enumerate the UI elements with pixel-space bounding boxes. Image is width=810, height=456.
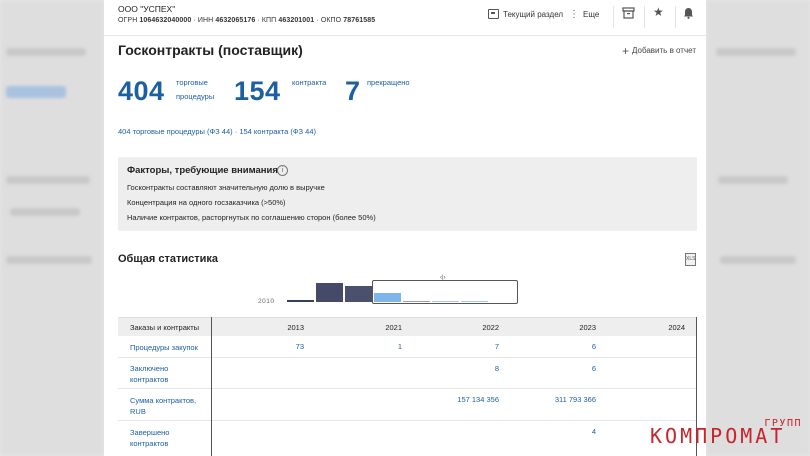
procedures-count[interactable]: 404 [118, 76, 165, 107]
more-button[interactable]: ⋮ Еще [569, 9, 599, 20]
archive-icon[interactable] [622, 7, 635, 22]
contracts-link[interactable]: 154 контракта (ФЗ 44) [239, 127, 316, 136]
contracts-count[interactable]: 154 [234, 76, 281, 107]
timeline-bar [432, 301, 459, 302]
procedures-caption: торговые процедуры [176, 78, 215, 101]
timeline-bar [316, 283, 343, 302]
plus-icon: + [621, 43, 629, 58]
table-cell[interactable]: 6 [526, 342, 596, 351]
left-blurred-background [0, 0, 104, 456]
timeline-bar [374, 293, 401, 302]
row-label[interactable]: Сумма контрактов, RUB [130, 395, 196, 417]
stats-table: Заказы и контракты 2013 2021 2022 2023 2… [118, 317, 697, 456]
timeline-bar [287, 300, 314, 302]
table-cell[interactable]: 8 [429, 364, 499, 373]
table-row: Сумма контрактов, RUB 157 134 356 311 793… [118, 389, 697, 421]
excel-export-icon[interactable]: XLS [685, 253, 696, 266]
table-cell[interactable]: 1 [332, 342, 402, 351]
watermark: ГРУПП КОМПРОМАТ [650, 418, 810, 456]
page-title: Госконтракты (поставщик) [118, 42, 303, 58]
table-cell[interactable]: 7 [429, 342, 499, 351]
timeline-bar [461, 301, 488, 302]
table-row: Завершено контрактов 4 [118, 421, 697, 456]
company-name: ООО "УСПЕХ" [118, 4, 176, 14]
column-header-year: 2021 [385, 323, 402, 332]
table-row: Заключено контрактов 8 6 [118, 358, 697, 389]
table-cell[interactable]: 73 [234, 342, 304, 351]
company-card-panel: ООО "УСПЕХ" ОГРН 1064632040000 · ИНН 463… [104, 0, 706, 456]
terminated-caption: прекращено [367, 78, 410, 87]
more-dots-icon: ⋮ [569, 9, 579, 20]
column-header-year: 2024 [668, 323, 685, 332]
procedures-link[interactable]: 404 торговые процедуры (ФЗ 44) [118, 127, 233, 136]
document-icon [488, 9, 499, 19]
column-header-year: 2023 [579, 323, 596, 332]
terminated-count[interactable]: 7 [345, 76, 361, 107]
summary-links: 404 торговые процедуры (ФЗ 44) · 154 кон… [118, 127, 316, 136]
row-label[interactable]: Заключено контрактов [130, 363, 168, 385]
bell-icon[interactable] [683, 7, 694, 22]
table-cell[interactable]: 157 134 356 [429, 395, 499, 404]
info-icon[interactable]: i [277, 165, 288, 176]
timeline-mini-chart[interactable]: 2010 ‹|› [104, 270, 706, 310]
factor-item: Концентрация на одного госзаказчика (>50… [127, 198, 286, 207]
top-bar: ООО "УСПЕХ" ОГРН 1064632040000 · ИНН 463… [104, 0, 706, 36]
current-section-button[interactable]: Текущий раздел [488, 9, 563, 19]
contracts-caption: контракта [292, 78, 327, 87]
column-header-year: 2013 [287, 323, 304, 332]
timeline-bar [403, 301, 430, 302]
company-requisites: ОГРН 1064632040000 · ИНН 4632065176 · КП… [118, 17, 376, 24]
timeline-bar [345, 286, 372, 302]
factor-item: Госконтракты составляют значительную дол… [127, 183, 325, 192]
table-row: Процедуры закупок 73 1 7 6 [118, 336, 697, 358]
column-header-year: 2022 [482, 323, 499, 332]
table-cell[interactable]: 4 [526, 427, 596, 436]
factors-title: Факторы, требующие внимания [127, 165, 278, 176]
stats-title: Общая статистика [118, 253, 219, 265]
row-label[interactable]: Процедуры закупок [130, 342, 198, 353]
table-header: Заказы и контракты 2013 2021 2022 2023 2… [118, 317, 697, 336]
range-drag-handle-icon[interactable]: ‹|› [440, 275, 446, 281]
timeline-left-border [211, 317, 212, 456]
star-icon[interactable]: ★ [653, 5, 664, 19]
table-cell[interactable]: 311 793 366 [526, 395, 596, 404]
timeline-start-year: 2010 [258, 298, 275, 305]
attention-factors-box: Факторы, требующие внимания i Госконтрак… [118, 157, 697, 231]
row-label[interactable]: Завершено контрактов [130, 427, 169, 449]
table-cell[interactable]: 6 [526, 364, 596, 373]
first-column-header: Заказы и контракты [130, 323, 200, 332]
add-to-report-button[interactable]: + Добавить в отчет [621, 43, 696, 58]
factor-item: Наличие контрактов, расторгнутых по согл… [127, 213, 376, 222]
right-blurred-background [706, 0, 810, 456]
watermark-big-text: КОМПРОМАТ [650, 424, 786, 448]
